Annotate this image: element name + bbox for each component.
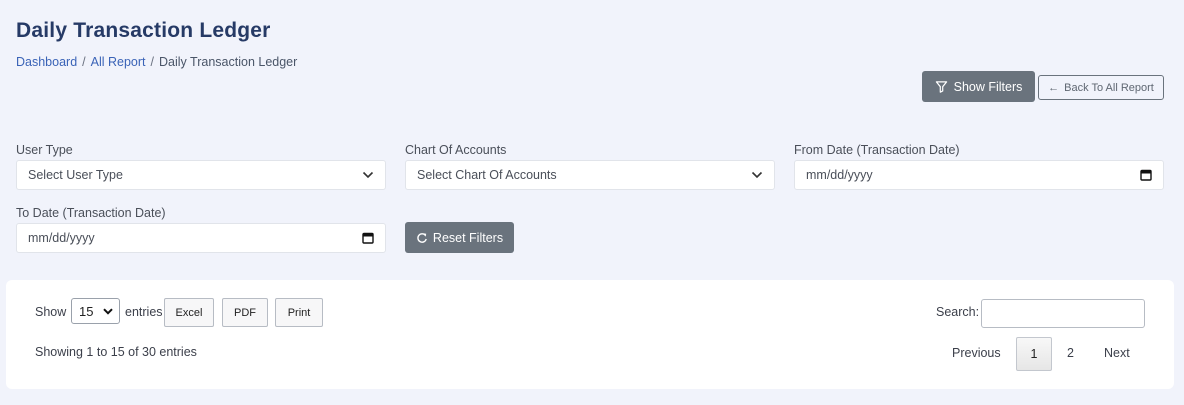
table-info: Showing 1 to 15 of 30 entries [35,345,197,359]
breadcrumb-all-report[interactable]: All Report [91,55,146,69]
chart-of-accounts-label: Chart Of Accounts [405,143,507,157]
chevron-down-icon [103,307,113,315]
to-date-placeholder: mm/dd/yyyy [28,231,95,245]
pdf-button[interactable]: PDF [222,298,268,327]
arrow-left-icon: ← [1048,81,1060,94]
user-type-select[interactable]: Select User Type [16,160,386,190]
breadcrumb-current: Daily Transaction Ledger [159,55,298,69]
print-button[interactable]: Print [275,298,323,327]
pagination-next[interactable]: Next [1104,346,1130,360]
show-filters-button[interactable]: Show Filters [922,71,1035,102]
back-label: Back To All Report [1064,81,1154,94]
entries-length-value: 15 [79,303,94,319]
show-label: Show [35,305,67,319]
show-filters-label: Show Filters [953,79,1023,94]
calendar-icon[interactable] [1140,169,1152,181]
breadcrumb-separator: / [82,55,86,69]
to-date-label: To Date (Transaction Date) [16,206,166,220]
pagination-previous[interactable]: Previous [952,346,1001,360]
chevron-down-icon [362,171,374,179]
chart-of-accounts-select[interactable]: Select Chart Of Accounts [405,160,775,190]
breadcrumb: Dashboard / All Report / Daily Transaction L… [16,55,297,69]
from-date-label: From Date (Transaction Date) [794,143,960,157]
excel-button[interactable]: Excel [164,298,214,327]
breadcrumb-dashboard[interactable]: Dashboard [16,55,77,69]
chart-of-accounts-value: Select Chart Of Accounts [417,168,557,182]
from-date-placeholder: mm/dd/yyyy [806,168,873,182]
table-card [6,280,1174,389]
breadcrumb-separator: / [150,55,155,69]
entries-label: entries [125,305,163,319]
from-date-input[interactable]: mm/dd/yyyy [794,160,1164,190]
user-type-value: Select User Type [28,168,123,182]
pagination-page-2[interactable]: 2 [1067,346,1074,360]
to-date-input[interactable]: mm/dd/yyyy [16,223,386,253]
entries-length-select[interactable]: 15 [71,298,120,324]
pagination-page-1[interactable]: 1 [1016,337,1052,371]
page-title: Daily Transaction Ledger [16,19,271,42]
user-type-label: User Type [16,143,73,157]
reset-filters-label: Reset Filters [432,230,504,245]
back-to-all-report-button[interactable]: ← Back To All Report [1038,75,1164,100]
chevron-down-icon [751,171,763,179]
search-input[interactable] [981,299,1145,328]
reset-filters-button[interactable]: Reset Filters [405,222,514,253]
refresh-icon [417,232,427,243]
filter-icon [935,81,947,93]
search-label: Search: [936,305,980,319]
calendar-icon[interactable] [362,232,374,244]
